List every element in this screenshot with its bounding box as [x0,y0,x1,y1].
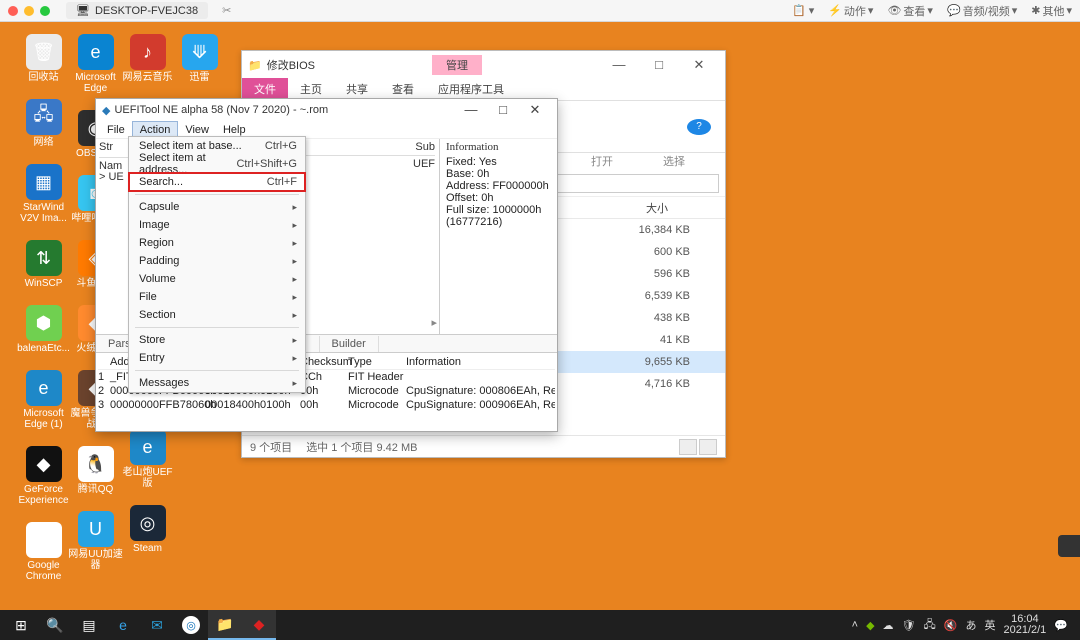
desktop-icon[interactable]: eMicrosoft Edge (1) [16,370,71,430]
tool-av[interactable]: 💬 音频/视频 ▾ [947,3,1017,19]
tb-edge[interactable]: e [106,610,140,640]
menu-item[interactable]: Padding▸ [129,252,305,270]
explorer-titlebar[interactable]: 📁 修改BIOS 管理 — □ ✕ [242,51,725,79]
app-icon: ◆ [102,104,110,117]
desktop-icon[interactable]: ♪网易云音乐 [120,34,175,83]
manage-tab[interactable]: 管理 [432,55,482,75]
monitor-icon: 🖥 [76,4,90,17]
taskview-button[interactable]: ▤ [72,610,106,640]
desktop-icon[interactable]: ◎Steam [120,505,175,554]
desktop-icon[interactable]: ◐Google Chrome [16,522,71,582]
desktop-icon[interactable]: U网易UU加速器 [68,511,123,571]
menu-item[interactable]: Messages▸ [129,374,305,392]
ribbon-tab[interactable]: 主页 [288,78,334,100]
menu-item[interactable]: Image▸ [129,216,305,234]
desktop-icon[interactable]: ⬢balenaEtc... [16,305,71,354]
info-title: Information [446,141,551,153]
menu-item[interactable]: Region▸ [129,234,305,252]
uefitool-titlebar[interactable]: ◆ UEFITool NE alpha 58 (Nov 7 2020) - ~.… [96,99,557,121]
remote-tab[interactable]: 🖥 DESKTOP-FVEJC38 [66,2,208,19]
tray-expand-icon[interactable]: ˄ [852,619,858,631]
menu-item[interactable]: File▸ [129,288,305,306]
tb-teamviewer[interactable]: ◎ [174,610,208,640]
view-details-icon[interactable] [679,439,697,455]
mac-close[interactable] [8,6,18,16]
taskbar: ⊞ 🔍 ▤ e ✉ ◎ 📁 ◆ ˄ ◆ ☁ 🛡 🖧 🔇 あ 英 16:04 20… [0,610,1080,640]
desktop-icon[interactable]: eMicrosoft Edge [68,34,123,94]
tool-action[interactable]: ⚡ 动作 ▾ [828,3,873,19]
menu-item[interactable]: Store▸ [129,331,305,349]
search-button[interactable]: 🔍 [38,610,72,640]
remote-tab-label: DESKTOP-FVEJC38 [95,5,198,17]
tray-ime-icon[interactable]: あ [965,617,976,633]
side-widget[interactable] [1058,535,1080,557]
mac-toolbar: 📋 ▾ ⚡ 动作 ▾ 👁 查看 ▾ 💬 音频/视频 ▾ ✱ 其他 ▾ [792,3,1072,19]
ribbon-tab[interactable]: 查看 [380,78,426,100]
status-items: 9 个项目 [250,439,292,455]
tool-other[interactable]: ✱ 其他 ▾ [1031,3,1072,19]
scissors-icon[interactable]: ✂ [222,4,231,17]
ribbon-group-open: 打开 [591,153,613,169]
desktop-icon[interactable]: 🗑回收站 [16,34,71,83]
tool-screenshot[interactable]: 📋 ▾ [792,3,814,19]
tray-shield-icon[interactable]: 🛡 [902,619,916,632]
tray-clock[interactable]: 16:04 2021/2/1 [1003,614,1046,636]
start-button[interactable]: ⊞ [4,610,38,640]
desktop-icon[interactable]: ⇅WinSCP [16,240,71,289]
status-bar: 9 个项目 选中 1 个项目 9.42 MB [242,435,725,457]
explorer-title: 修改BIOS [267,57,315,73]
mac-max[interactable] [40,6,50,16]
ribbon-tab[interactable]: 应用程序工具 [426,78,516,100]
folder-icon: 📁 [248,59,262,72]
tray-lang[interactable]: 英 [984,617,995,633]
max-button[interactable]: □ [639,57,679,73]
menu-item[interactable]: Capsule▸ [129,198,305,216]
menu-item[interactable]: Volume▸ [129,270,305,288]
mac-titlebar: 🖥 DESKTOP-FVEJC38 ✂ 📋 ▾ ⚡ 动作 ▾ 👁 查看 ▾ 💬 … [0,0,1080,22]
menu-item[interactable]: Entry▸ [129,349,305,367]
desktop-icon[interactable]: e老山炮UEF版 [120,429,175,489]
col-size[interactable]: 大小 [602,200,712,216]
tb-mail[interactable]: ✉ [140,610,174,640]
menu-item[interactable]: Select item at address...Ctrl+Shift+G [129,155,305,173]
tray-notif-icon[interactable]: 💬 [1054,619,1068,632]
tool-max[interactable]: □ [487,102,519,118]
tool-min[interactable]: — [455,102,487,118]
tray-cloud-icon[interactable]: ☁ [883,619,894,632]
close-button[interactable]: ✕ [679,57,719,73]
tab-builder[interactable]: Builder [320,336,379,352]
tool-view[interactable]: 👁 查看 ▾ [887,3,933,19]
tray-network-icon[interactable]: 🖧 [924,616,936,635]
tool-close[interactable]: ✕ [519,102,551,118]
tb-uefitool[interactable]: ◆ [242,610,276,640]
desktop-icon[interactable]: 🖧网络 [16,99,71,148]
info-pane: Information Fixed: YesBase: 0hAddress: F… [439,139,557,334]
tray-nvidia-icon[interactable]: ◆ [866,619,874,632]
ribbon-tab[interactable]: 共享 [334,78,380,100]
ribbon-tab[interactable]: 文件 [242,78,288,100]
desktop-icon[interactable]: 🐧腾讯QQ [68,446,123,495]
tray-volume-icon[interactable]: 🔇 [944,619,958,632]
tb-explorer[interactable]: 📁 [208,610,242,640]
desktop-icon[interactable]: ◆GeForce Experience [16,446,71,506]
table-row[interactable]: 300000000FFB78060h00018400h0100h00hMicro… [98,398,555,412]
ribbon-group-select: 选择 [663,153,685,169]
mac-min[interactable] [24,6,34,16]
min-button[interactable]: — [599,57,639,73]
status-selection: 选中 1 个项目 9.42 MB [306,439,417,455]
menu-item[interactable]: Search...Ctrl+F [129,173,305,191]
menu-file[interactable]: File [100,122,132,138]
desktop-icon[interactable]: ▦StarWind V2V Ima... [16,164,71,224]
view-tiles-icon[interactable] [699,439,717,455]
menu-item[interactable]: Section▸ [129,306,305,324]
help-icon[interactable]: ? [687,119,711,135]
system-tray[interactable]: ˄ ◆ ☁ 🛡 🖧 🔇 あ 英 16:04 2021/2/1 💬 [852,614,1076,636]
uefitool-title: UEFITool NE alpha 58 (Nov 7 2020) - ~.ro… [114,104,328,116]
desktop-icon[interactable]: ⟱迅雷 [172,34,227,83]
action-menu: Select item at base...Ctrl+GSelect item … [128,136,306,393]
